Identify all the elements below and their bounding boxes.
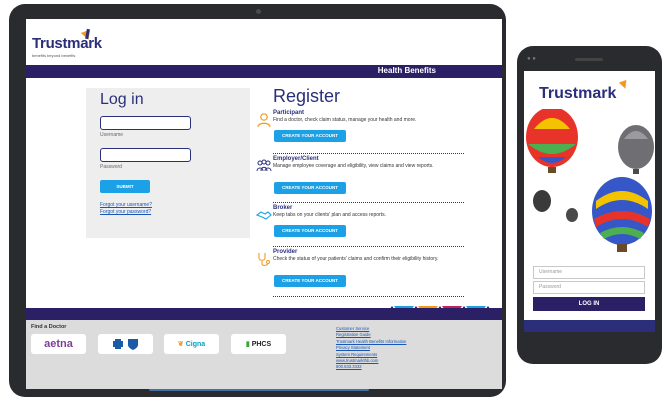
nav-bar: Health Benefits [26,65,502,78]
cigna-logo[interactable]: ❦ Cigna [164,334,219,354]
find-doctor-heading: Find a Doctor [31,324,67,330]
login-title: Log in [100,91,144,108]
site-header: Trustmark benefits beyond benefits [26,19,502,65]
phone-screen: Trustmark Username Password LOG IN [524,71,655,332]
phone-bottom-bar [524,320,655,332]
register-section: Register Participant Find a doctor, chec… [256,86,464,297]
username-input[interactable] [100,116,191,130]
phone-logo-mark-icon [618,79,630,91]
phone-username-input[interactable]: Username [533,266,645,279]
username-label: Username [100,132,124,138]
phone-password-input[interactable]: Password [533,281,645,294]
stethoscope-icon [258,253,270,266]
register-item-employer: Employer/Client Manage employee coverage… [256,156,464,203]
main-content: Log in Username Password SUBMIT Forgot y… [26,78,502,308]
group-icon [256,159,272,172]
register-item-provider: Provider Check the status of your patien… [256,249,464,297]
password-label: Password [100,164,122,170]
forgot-username-link[interactable]: Forgot your username? [100,202,152,208]
tablet-edge-highlight [149,389,369,391]
divider [273,246,464,247]
person-icon [257,113,271,128]
phcs-logo[interactable]: ▮ PHCS [231,334,286,354]
tablet-camera [256,9,261,14]
password-input[interactable] [100,148,191,162]
bcbs-logo[interactable] [98,334,153,354]
forgot-password-link[interactable]: Forgot your password? [100,209,151,215]
blue-cross-blue-shield-icon [112,339,138,350]
create-account-employer-button[interactable]: CREATE YOUR ACCOUNT [274,182,346,194]
footer-links: Customer Service Registration Guide Trus… [336,326,406,371]
divider [273,296,464,297]
cigna-tree-icon: ❦ [177,341,184,348]
register-item-participant: Participant Find a doctor, check claim s… [256,110,464,154]
create-account-participant-button[interactable]: CREATE YOUR ACCOUNT [274,130,346,142]
submit-button[interactable]: SUBMIT [100,180,150,193]
handshake-icon [256,211,272,220]
site-footer: Find a Doctor aetna ❦ Cigna ▮ PHCS Custo… [26,320,502,389]
phone-login-button[interactable]: LOG IN [533,297,645,311]
cigna-wordmark: Cigna [185,340,206,348]
footer-phone: 800.633.3332 [336,364,362,370]
phone-device: ● ● Trustmark Username Password LOG IN [517,46,662,364]
register-item-desc: Keep tabs on your clients' plan and acce… [273,212,386,218]
register-item-desc: Check the status of your patients' claim… [273,256,439,262]
register-item-desc: Find a doctor, check claim status, manag… [273,117,417,123]
divider [273,153,464,154]
aetna-logo[interactable]: aetna [31,334,86,354]
footer-band [26,308,502,320]
register-item-name: Provider [273,249,298,255]
create-account-provider-button[interactable]: CREATE YOUR ACCOUNT [274,275,346,287]
register-item-name: Broker [273,205,293,211]
phone-speaker [575,58,603,61]
divider [273,202,464,203]
logo-tagline: benefits beyond benefits [32,53,76,58]
phone-trustmark-logo: Trustmark [539,85,617,102]
phone-sensors: ● ● [527,56,536,62]
create-account-broker-button[interactable]: CREATE YOUR ACCOUNT [274,225,346,237]
register-item-broker: Broker Keep tabs on your clients' plan a… [256,205,464,247]
tablet-device: Trustmark benefits beyond benefits Healt… [9,4,506,397]
register-item-name: Employer/Client [273,156,319,162]
stage: Trustmark benefits beyond benefits Healt… [0,0,665,401]
nav-title: Health Benefits [377,66,436,75]
register-item-desc: Manage employee coverage and eligibility… [273,163,434,169]
hot-air-balloons-image [526,109,654,252]
register-title: Register [273,86,341,106]
phcs-leaf-icon: ▮ [245,341,250,348]
register-item-name: Participant [273,110,305,116]
login-panel: Log in Username Password SUBMIT Forgot y… [86,88,250,238]
tablet-screen: Trustmark benefits beyond benefits Healt… [26,19,502,389]
phcs-wordmark: PHCS [251,340,272,348]
